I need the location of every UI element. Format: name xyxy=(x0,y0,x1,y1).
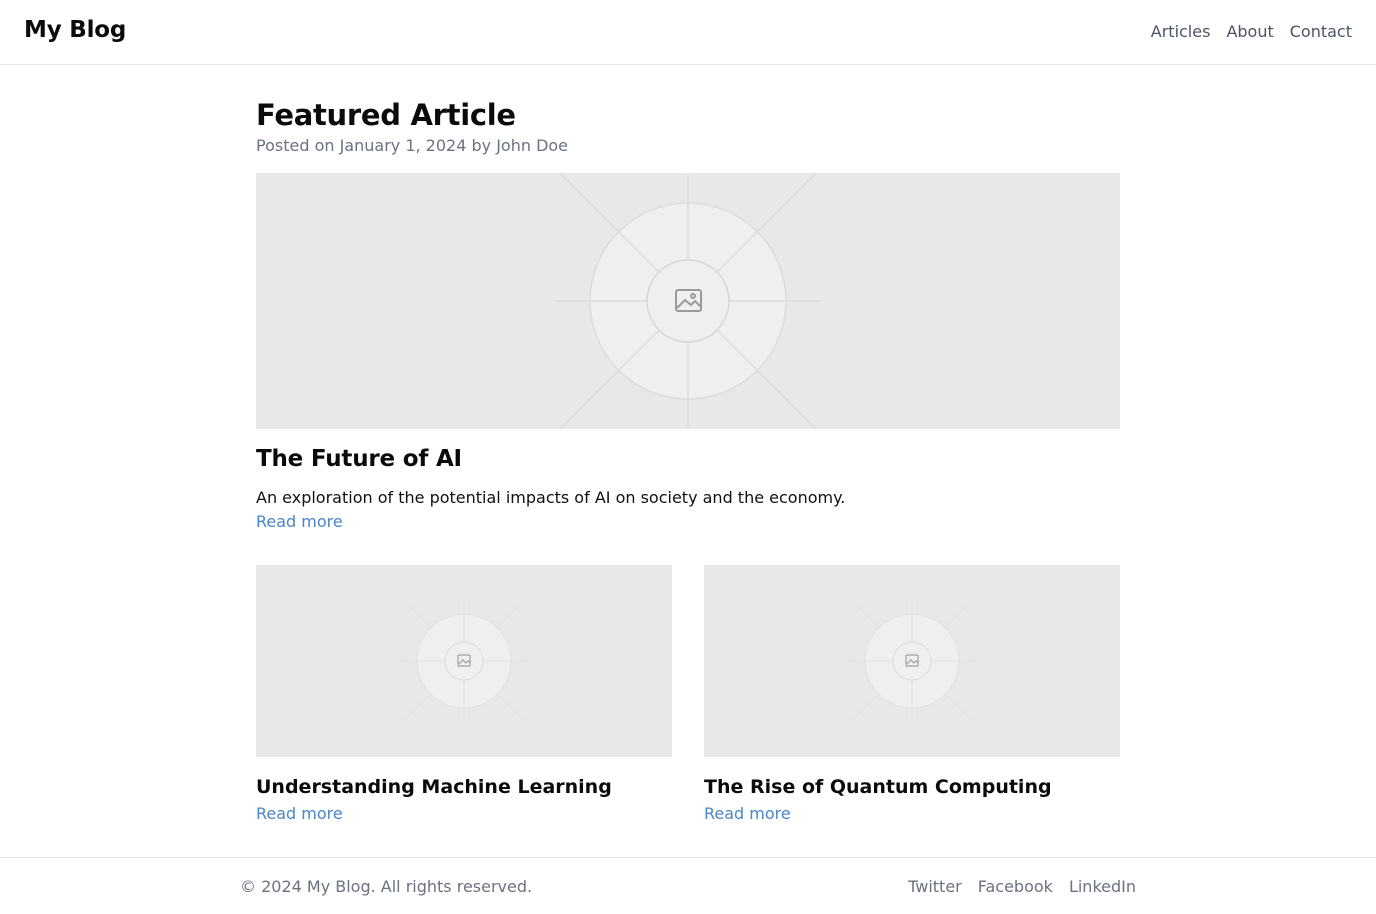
image-placeholder-icon xyxy=(402,600,526,722)
featured-meta: Posted on January 1, 2024 by John Doe xyxy=(256,136,569,155)
article-read-more-link[interactable]: Read more xyxy=(704,804,791,823)
footer-facebook-link[interactable]: Facebook xyxy=(978,877,1053,896)
footer-social-links: Twitter Facebook LinkedIn xyxy=(908,877,1136,896)
article-title[interactable]: Understanding Machine Learning xyxy=(256,776,612,798)
copyright-text: © 2024 My Blog. All rights reserved. xyxy=(240,877,533,896)
featured-article-excerpt: An exploration of the potential impacts … xyxy=(256,488,846,507)
featured-image[interactable] xyxy=(256,173,1120,429)
nav-about-link[interactable]: About xyxy=(1226,22,1273,41)
nav-articles-link[interactable]: Articles xyxy=(1151,22,1211,41)
footer-twitter-link[interactable]: Twitter xyxy=(908,877,962,896)
image-placeholder-icon xyxy=(556,173,820,429)
site-footer: © 2024 My Blog. All rights reserved. Twi… xyxy=(0,857,1376,914)
footer-linkedin-link[interactable]: LinkedIn xyxy=(1069,877,1136,896)
article-read-more-link[interactable]: Read more xyxy=(256,804,343,823)
main-nav: Articles About Contact xyxy=(1151,22,1352,41)
site-logo[interactable]: My Blog xyxy=(24,17,126,43)
image-placeholder-icon xyxy=(850,600,974,722)
featured-read-more-link[interactable]: Read more xyxy=(256,512,343,531)
article-title[interactable]: The Rise of Quantum Computing xyxy=(704,776,1052,798)
featured-article-title[interactable]: The Future of AI xyxy=(256,446,462,472)
article-image[interactable] xyxy=(704,565,1120,757)
article-image[interactable] xyxy=(256,565,672,757)
featured-heading: Featured Article xyxy=(256,98,516,132)
site-header: My Blog Articles About Contact xyxy=(0,0,1376,65)
nav-contact-link[interactable]: Contact xyxy=(1290,22,1352,41)
